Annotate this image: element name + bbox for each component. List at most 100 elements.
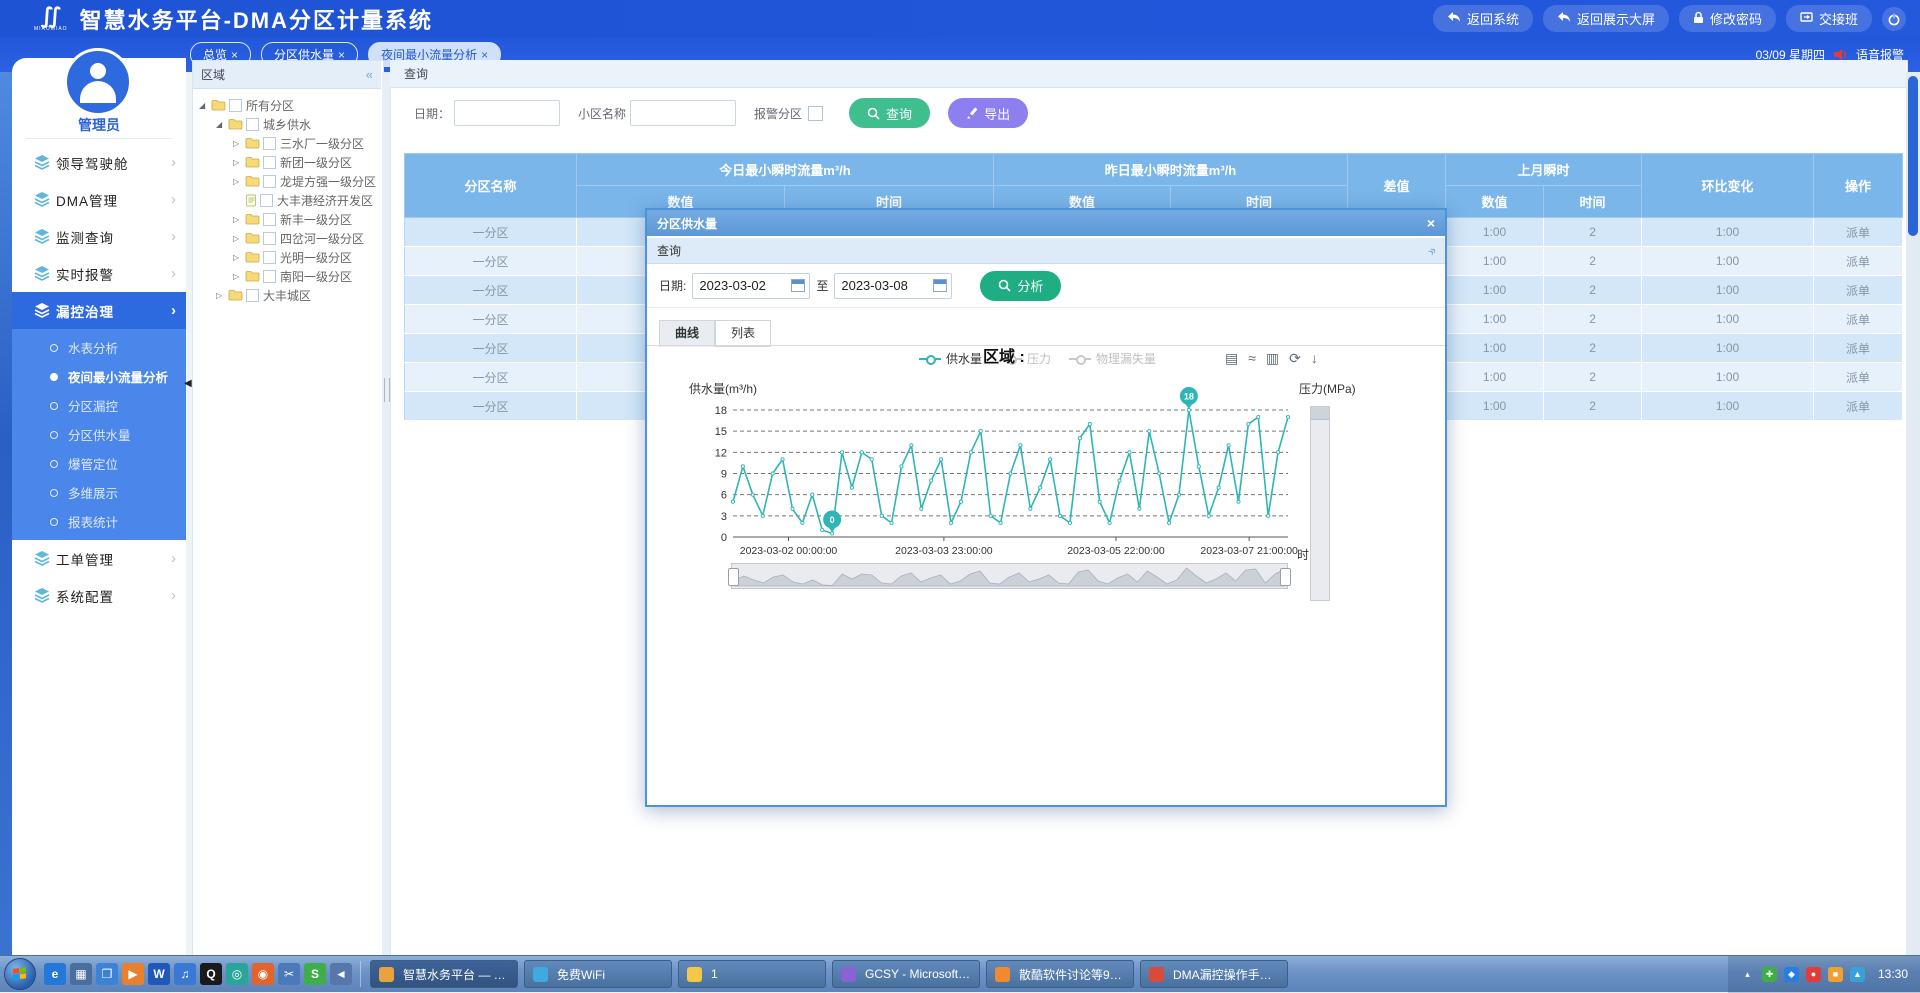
modal-tab-曲线[interactable]: 曲线 bbox=[659, 320, 715, 347]
sidebar-item-工单管理[interactable]: 工单管理› bbox=[12, 540, 186, 577]
tree-checkbox[interactable] bbox=[263, 270, 276, 283]
browser-360-icon[interactable]: ◎ bbox=[226, 963, 248, 985]
calendar-icon[interactable] bbox=[791, 279, 805, 292]
taskbar-task-1[interactable]: 1 bbox=[678, 960, 826, 988]
header-button-返回展示大屏[interactable]: 返回展示大屏 bbox=[1543, 5, 1669, 32]
datazoom-left-handle[interactable] bbox=[728, 568, 739, 586]
sidebar-subitem-报表统计[interactable]: 报表统计 bbox=[12, 507, 186, 536]
subcol-value[interactable]: 数值 bbox=[1446, 186, 1544, 218]
water-supply-line-chart[interactable]: 03691215182023-03-02 00:00:002023-03-03 … bbox=[707, 377, 1307, 562]
modal-close-icon[interactable]: × bbox=[1427, 215, 1435, 231]
taskbar-task-DMA漏控操作手册....[interactable]: DMA漏控操作手册.... bbox=[1140, 960, 1288, 988]
taskbar-task-GCSY - Microsoft ...[interactable]: GCSY - Microsoft ... bbox=[832, 960, 980, 988]
tree-expand-icon[interactable]: ▷ bbox=[216, 291, 228, 300]
update-icon[interactable]: ■ bbox=[1828, 967, 1843, 982]
panel-collapse-icon[interactable]: « bbox=[366, 67, 373, 82]
tree-expand-icon[interactable]: ▷ bbox=[233, 272, 245, 281]
col-header-ratio[interactable]: 环比变化 bbox=[1642, 154, 1814, 218]
tree-node-大丰城区[interactable]: ▷大丰城区 bbox=[193, 286, 381, 304]
datazoom-vertical-handle[interactable] bbox=[1311, 407, 1329, 420]
header-button-修改密码[interactable]: 修改密码 bbox=[1679, 5, 1776, 32]
datazoom-right-handle[interactable] bbox=[1280, 568, 1291, 586]
cell-action[interactable]: 派单 bbox=[1814, 392, 1903, 421]
tree-expand-icon[interactable]: ▷ bbox=[233, 158, 245, 167]
network-icon[interactable]: ▲ bbox=[1850, 967, 1865, 982]
tree-node-光明一级分区[interactable]: ▷光明一级分区 bbox=[193, 248, 381, 266]
export-button[interactable]: 导出 bbox=[948, 98, 1028, 128]
volume-icon[interactable]: ◄ bbox=[330, 963, 352, 985]
datazoom-horizontal-slider[interactable] bbox=[731, 563, 1288, 589]
ie-icon[interactable]: e bbox=[44, 963, 66, 985]
tree-expand-icon[interactable]: ▷ bbox=[233, 177, 245, 186]
sidebar-item-监测查询[interactable]: 监测查询› bbox=[12, 218, 186, 255]
sidebar-item-领导驾驶舱[interactable]: 领导驾驶舱› bbox=[12, 144, 186, 181]
tree-node-南阳一级分区[interactable]: ▷南阳一级分区 bbox=[193, 267, 381, 285]
music-icon[interactable]: ♫ bbox=[174, 963, 196, 985]
modal-expand-icon[interactable]: » bbox=[1424, 243, 1440, 259]
tree-checkbox[interactable] bbox=[260, 194, 273, 207]
tree-expand-icon[interactable]: ▷ bbox=[233, 253, 245, 262]
col-header-name[interactable]: 分区名称 bbox=[405, 154, 577, 218]
modal-titlebar[interactable]: 分区供水量 × bbox=[647, 210, 1445, 236]
sidebar-subitem-多维展示[interactable]: 多维展示 bbox=[12, 478, 186, 507]
word-icon[interactable]: W bbox=[148, 963, 170, 985]
data-view-icon[interactable]: ▤ bbox=[1225, 350, 1238, 367]
cell-action[interactable]: 派单 bbox=[1814, 247, 1903, 276]
tree-checkbox[interactable] bbox=[229, 99, 242, 112]
tree-node-新丰一级分区[interactable]: ▷新丰一级分区 bbox=[193, 210, 381, 228]
header-button-返回系统[interactable]: 返回系统 bbox=[1433, 5, 1533, 32]
firefox-icon[interactable]: ◉ bbox=[252, 963, 274, 985]
sidebar-item-系统配置[interactable]: 系统配置› bbox=[12, 577, 186, 614]
tree-expand-icon[interactable]: ▷ bbox=[233, 139, 245, 148]
tree-checkbox[interactable] bbox=[263, 156, 276, 169]
power-button[interactable] bbox=[1882, 7, 1906, 31]
tree-expand-icon[interactable]: ▷ bbox=[233, 215, 245, 224]
qq-icon[interactable]: Q bbox=[200, 963, 222, 985]
tree-node-龙堤方强一级分区[interactable]: ▷龙堤方强一级分区 bbox=[193, 172, 381, 190]
tree-collapse-icon[interactable]: ◢ bbox=[199, 101, 211, 110]
col-header-today[interactable]: 今日最小瞬时流量m³/h bbox=[577, 154, 994, 186]
page-scrollbar-thumb[interactable] bbox=[1908, 76, 1918, 236]
col-header-action[interactable]: 操作 bbox=[1814, 154, 1903, 218]
sidebar-item-DMA管理[interactable]: DMA管理› bbox=[12, 181, 186, 218]
datazoom-vertical-slider[interactable] bbox=[1310, 406, 1330, 601]
tree-collapse-icon[interactable]: ◢ bbox=[216, 120, 228, 129]
im-icon[interactable]: ◆ bbox=[1784, 967, 1799, 982]
sidebar-subitem-爆管定位[interactable]: 爆管定位 bbox=[12, 449, 186, 478]
tree-checkbox[interactable] bbox=[263, 232, 276, 245]
date-to-input[interactable]: 2023-03-08 bbox=[834, 273, 952, 299]
taskbar-task-智慧水务平台 — M...[interactable]: 智慧水务平台 — M... bbox=[370, 960, 518, 988]
header-button-交接班[interactable]: 交接班 bbox=[1786, 5, 1872, 32]
tree-checkbox[interactable] bbox=[246, 289, 259, 302]
tree-checkbox[interactable] bbox=[263, 175, 276, 188]
sidebar-collapse-arrow-icon[interactable]: ◀ bbox=[184, 378, 192, 389]
legend-item-物理漏失量[interactable]: 物理漏失量 bbox=[1069, 350, 1156, 367]
tree-node-城乡供水[interactable]: ◢城乡供水 bbox=[193, 115, 381, 133]
snipping-icon[interactable]: ✂ bbox=[278, 963, 300, 985]
sidebar-item-漏控治理[interactable]: 漏控治理› bbox=[12, 292, 186, 329]
alarm-tray-icon[interactable]: ● bbox=[1806, 967, 1821, 982]
sidebar-subitem-夜间最小流量分析[interactable]: 夜间最小流量分析 bbox=[12, 362, 186, 391]
cell-action[interactable]: 派单 bbox=[1814, 334, 1903, 363]
media-player-icon[interactable]: ▶ bbox=[122, 963, 144, 985]
tree-node-四岔河一级分区[interactable]: ▷四岔河一级分区 bbox=[193, 229, 381, 247]
analyze-button[interactable]: 分析 bbox=[980, 271, 1061, 301]
tree-checkbox[interactable] bbox=[263, 213, 276, 226]
tree-checkbox[interactable] bbox=[263, 251, 276, 264]
show-desktop-icon[interactable]: ▦ bbox=[70, 963, 92, 985]
taskbar-task-散酷软件讨论等94个...[interactable]: 散酷软件讨论等94个... bbox=[986, 960, 1134, 988]
cell-action[interactable]: 派单 bbox=[1814, 276, 1903, 305]
tree-node-三水厂一级分区[interactable]: ▷三水厂一级分区 bbox=[193, 134, 381, 152]
cell-action[interactable]: 派单 bbox=[1814, 218, 1903, 247]
refresh-icon[interactable]: ⟳ bbox=[1289, 350, 1301, 367]
tree-checkbox[interactable] bbox=[263, 137, 276, 150]
bar-chart-icon[interactable]: ▥ bbox=[1266, 350, 1279, 367]
tree-node-大丰港经济开发区[interactable]: 大丰港经济开发区 bbox=[193, 191, 381, 209]
tree-expand-icon[interactable]: ▷ bbox=[233, 234, 245, 243]
col-header-yesterday[interactable]: 昨日最小瞬时流量m³/h bbox=[994, 154, 1348, 186]
tree-node-新团一级分区[interactable]: ▷新团一级分区 bbox=[193, 153, 381, 171]
legend-item-供水量[interactable]: 供水量 bbox=[919, 350, 982, 367]
search-button[interactable]: 查询 bbox=[849, 98, 930, 128]
sidebar-subitem-分区漏控[interactable]: 分区漏控 bbox=[12, 391, 186, 420]
avatar[interactable] bbox=[64, 48, 132, 116]
